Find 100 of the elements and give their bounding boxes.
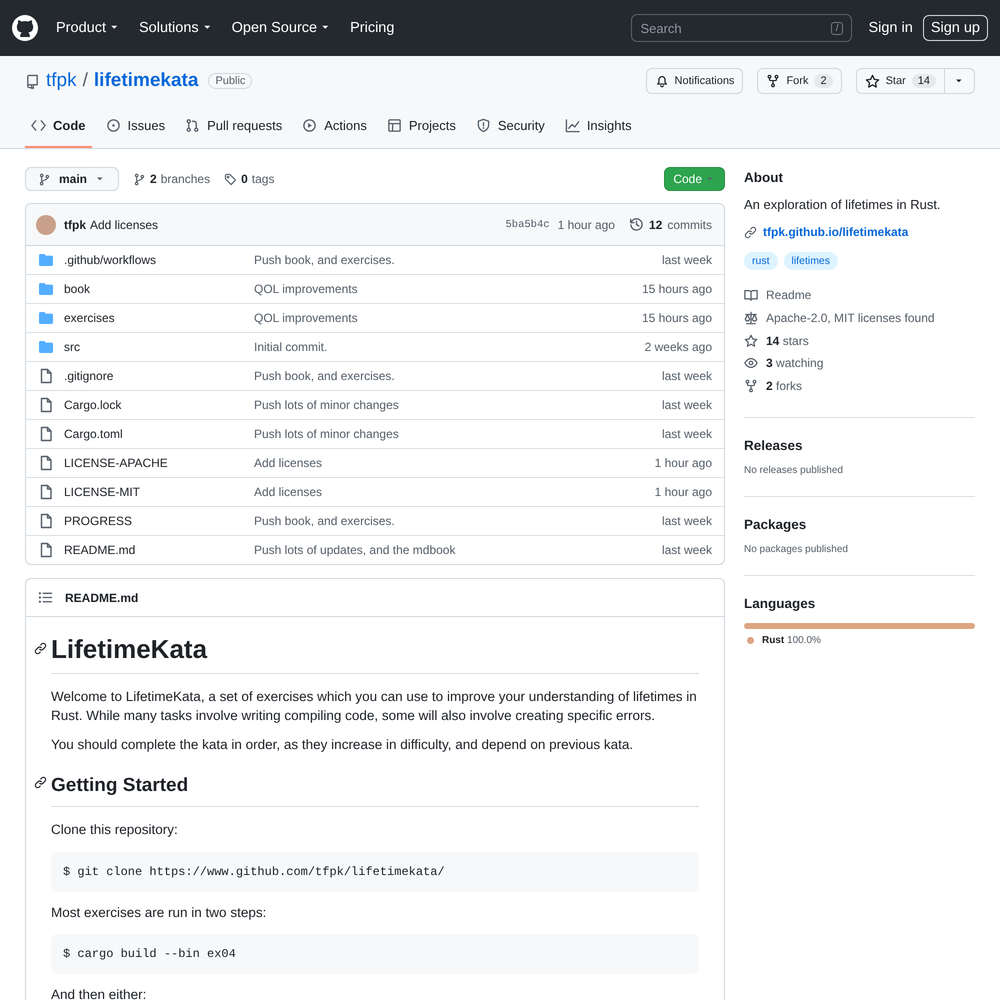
repository-stat-link[interactable]: 14 stars [766, 334, 809, 348]
folder-link[interactable]: src [64, 340, 254, 354]
star-dropdown-button[interactable] [945, 68, 975, 94]
search-placeholder: Search [640, 20, 682, 36]
section-heading: Languages [744, 596, 816, 612]
code-block: $ cargo build --bin ex04 [51, 934, 699, 974]
commit-time: last week [662, 369, 712, 383]
star-icon [744, 334, 758, 348]
issue-icon [106, 118, 120, 133]
readme-paragraph: And then either: [51, 986, 148, 1000]
commit-message-link[interactable]: Push book, and exercises. [254, 514, 662, 528]
repository-tab[interactable]: Code [25, 112, 92, 148]
readme-paragraph: You should complete the kata in order, as they increase in difficulty, and depend on previous kata. [51, 736, 634, 754]
topic-tag[interactable]: rust [744, 252, 778, 270]
folder-icon [38, 339, 54, 355]
section-heading: Packages [744, 517, 808, 532]
notifications-button[interactable]: Notifications [646, 68, 744, 94]
nav-menu-item[interactable]: Open Source [232, 20, 332, 36]
commit-message-link[interactable]: Push lots of minor changes [254, 398, 662, 412]
book-icon [744, 288, 758, 302]
file-link[interactable]: Cargo.toml [64, 427, 254, 441]
repository-link[interactable]: lifetimekata [94, 70, 198, 92]
commit-time: last week [662, 253, 712, 267]
pull-request-icon [185, 118, 200, 133]
commit-message-link[interactable]: Initial commit. [254, 340, 645, 354]
link-icon [34, 776, 47, 789]
branch-icon [133, 172, 146, 186]
fork-icon [744, 379, 758, 394]
sign-up-button[interactable]: Sign up [922, 15, 988, 41]
file-link[interactable]: .gitignore [64, 369, 254, 383]
nav-menu-item[interactable]: Solutions [138, 20, 214, 36]
section-heading: About [744, 170, 784, 185]
commit-message[interactable]: Add licenses [90, 218, 158, 232]
repository-tab[interactable]: Actions [296, 112, 373, 148]
commits-link[interactable]: 12 commits [628, 217, 712, 232]
file-icon [38, 513, 54, 529]
repository-stat-link[interactable]: 2 forks [766, 379, 802, 394]
readme-heading: LifetimeKata [51, 633, 208, 666]
repository-stat-link[interactable]: 3 watching [766, 356, 824, 370]
nav-menu-item[interactable]: Product [56, 20, 121, 36]
code-block: $ git clone https://www.github.com/tfpk/lifetimekata/ [51, 852, 699, 892]
file-link[interactable]: Cargo.lock [64, 398, 254, 412]
folder-link[interactable]: .github/workflows [64, 253, 254, 267]
eye-icon [744, 356, 758, 370]
readme-paragraph: Most exercises are run in two steps: [51, 904, 268, 922]
folder-icon [38, 252, 54, 268]
commit-time: last week [662, 514, 712, 528]
commit-message-link[interactable]: Add licenses [254, 485, 655, 499]
file-icon [38, 426, 54, 442]
readme-paragraph: Welcome to LifetimeKata, a set of exercises which you can use to improve your understanding of lifetimes in Rust. While many tasks involve writing compiling code, some will also involve creating specific errors. [51, 688, 698, 726]
commit-message-link[interactable]: QOL improvements [254, 311, 642, 325]
repository-stat-link[interactable]: Apache-2.0, MIT licenses found [766, 311, 935, 326]
tags-link[interactable]: 0 tags [224, 172, 274, 186]
language-link[interactable]: Rust 100.0% [762, 635, 821, 646]
repository-tab[interactable]: Pull requests [179, 112, 288, 148]
commit-message-link[interactable]: Add licenses [254, 456, 655, 470]
website-link[interactable]: tfpk.github.io/lifetimekata [763, 225, 908, 239]
file-link[interactable]: LICENSE-MIT [64, 485, 254, 499]
topic-tag[interactable]: lifetimes [784, 252, 838, 270]
file-link[interactable]: PROGRESS [64, 514, 254, 528]
file-icon [38, 455, 54, 471]
commit-sha[interactable]: 5ba5b4c [505, 218, 550, 230]
logo-icon[interactable] [12, 15, 38, 41]
sign-in-link[interactable]: Sign in [868, 20, 913, 36]
readme-paragraph: Clone this repository: [51, 820, 179, 839]
repository-tab[interactable]: Insights [558, 112, 638, 148]
repository-stat-link[interactable]: Readme [766, 288, 812, 302]
empty-note: No releases published [744, 465, 844, 476]
path-separator: / [82, 70, 88, 92]
branches-link[interactable]: 2 branches [133, 172, 210, 186]
commit-message-link[interactable]: Push book, and exercises. [254, 369, 662, 383]
list-icon [38, 590, 53, 605]
repo-icon [25, 74, 40, 88]
nav-menu-item[interactable]: Pricing [350, 20, 394, 36]
commit-time: last week [662, 543, 712, 557]
star-icon [864, 74, 880, 88]
folder-link[interactable]: book [64, 282, 254, 296]
visibility-label: Public [208, 73, 252, 89]
commit-time: 1 hour ago [558, 218, 615, 232]
shortcut-key: / [830, 22, 844, 34]
repository-tab[interactable]: Security [470, 112, 551, 148]
commit-time: 15 hours ago [642, 311, 712, 325]
shield-icon [476, 118, 491, 133]
commit-message-link[interactable]: Push lots of minor changes [254, 427, 662, 441]
branch-selector[interactable]: main [25, 167, 120, 191]
file-link[interactable]: README.md [64, 543, 254, 557]
commit-author[interactable]: tfpk [64, 218, 86, 232]
repository-tab[interactable]: Issues [100, 112, 172, 148]
fork-button[interactable]: Fork 2 [757, 68, 842, 94]
star-button[interactable]: Star 14 [856, 68, 945, 94]
repository-tab[interactable]: Projects [380, 112, 462, 148]
scale-icon [744, 311, 758, 326]
commit-message-link[interactable]: Push book, and exercises. [254, 253, 662, 267]
tag-icon [224, 172, 238, 186]
owner-link[interactable]: tfpk [46, 70, 77, 92]
search-field[interactable]: Search / [631, 14, 852, 42]
commit-message-link[interactable]: Push lots of updates, and the mdbook [254, 543, 662, 557]
folder-link[interactable]: exercises [64, 311, 254, 325]
file-link[interactable]: LICENSE-APACHE [64, 456, 254, 470]
commit-message-link[interactable]: QOL improvements [254, 282, 642, 296]
